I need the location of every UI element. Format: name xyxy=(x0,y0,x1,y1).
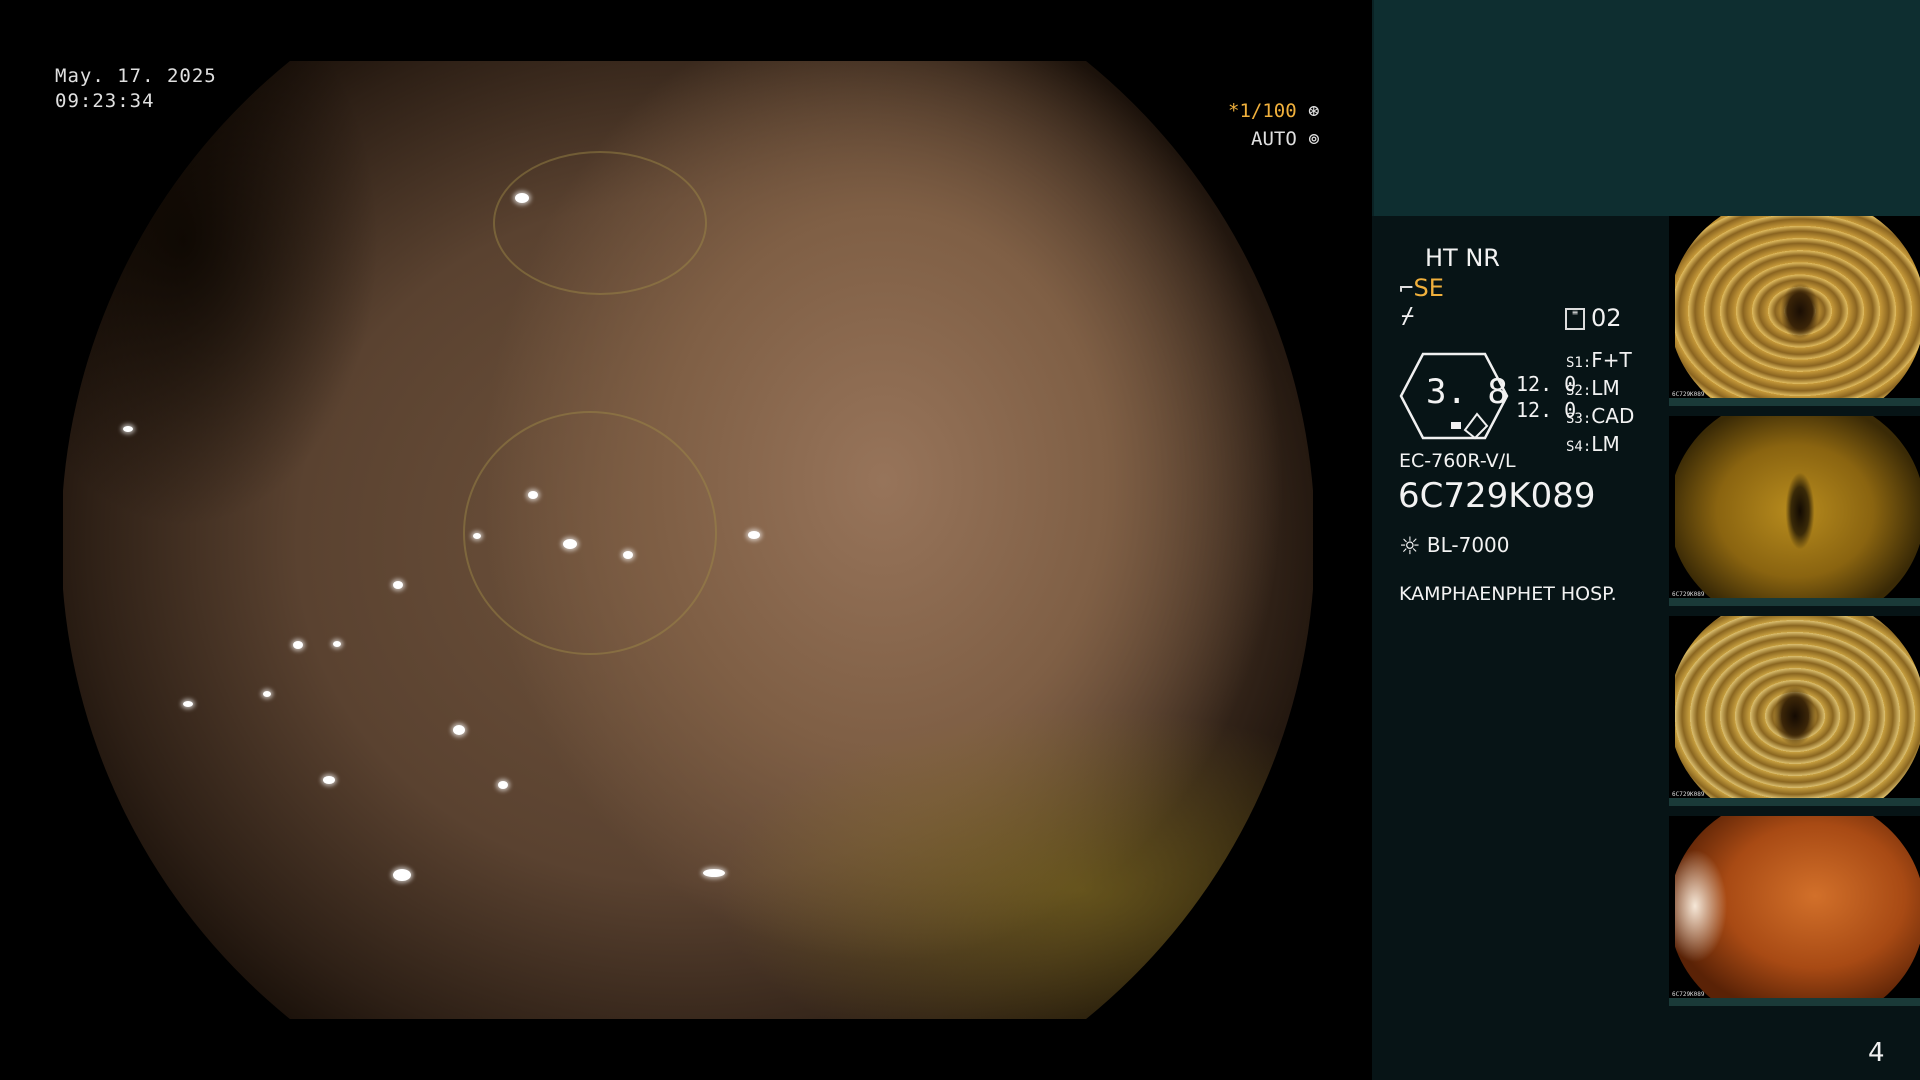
switch-key: S4: xyxy=(1566,439,1592,455)
switch-list: S1:F+T S2:LM S3:CAD S4:LM xyxy=(1566,348,1634,460)
switch-value: CAD xyxy=(1591,404,1635,428)
thumbnail-bar xyxy=(1669,798,1920,806)
scope-model: EC-760R-V/L xyxy=(1399,450,1516,472)
thumbnail-serial: 6C729K089 xyxy=(1672,591,1705,598)
light-source-row: ☼ BL-7000 xyxy=(1399,532,1510,560)
switch-key: S1: xyxy=(1566,355,1592,371)
page-number: 4 xyxy=(1868,1038,1885,1068)
thumbnail-bar xyxy=(1669,398,1920,406)
shutter-readout-line: *1/100 ⊛ xyxy=(1228,100,1320,122)
enhancement-mode: HT NR xyxy=(1425,244,1500,272)
scope-serial: 6C729K089 xyxy=(1398,476,1596,516)
iris-text: AUTO xyxy=(1251,128,1297,150)
thumbnail-bar xyxy=(1669,998,1920,1006)
switch-row: S1:F+T xyxy=(1566,348,1634,376)
specular-highlight xyxy=(563,539,577,549)
date-time-readout: May. 17. 2025 09:23:34 xyxy=(55,64,217,114)
thumbnail-1[interactable]: 6C729K089 xyxy=(1669,216,1920,406)
switch-key: S3: xyxy=(1566,411,1592,427)
capture-count-row: ≡ 02 xyxy=(1565,304,1622,332)
switch-value: LM xyxy=(1591,432,1620,456)
structure-enhancement-row: ⌐SE xyxy=(1399,274,1444,302)
thumbnail-4[interactable]: 6C729K089 xyxy=(1669,816,1920,1006)
mucosal-fold xyxy=(463,411,717,655)
specular-highlight xyxy=(528,491,538,499)
capture-count: 02 xyxy=(1591,304,1622,332)
switch-row: S4:LM xyxy=(1566,432,1634,460)
switch-key: S2: xyxy=(1566,383,1592,399)
zoom-value: 3. 8 xyxy=(1426,372,1508,412)
color-mode-icon: ⌿ xyxy=(1401,304,1415,329)
iris-icon: ⊚ xyxy=(1308,128,1320,150)
specular-highlight xyxy=(453,725,465,735)
hospital-name: KAMPHAENPHET HOSP. xyxy=(1399,583,1617,605)
thumbnail-3[interactable]: 6C729K089 xyxy=(1669,616,1920,806)
mucosal-fold xyxy=(493,151,707,295)
thumbnail-serial: 6C729K089 xyxy=(1672,391,1705,398)
specular-highlight xyxy=(393,869,411,881)
light-source: BL-7000 xyxy=(1426,533,1510,557)
specular-highlight xyxy=(498,781,508,789)
specular-highlight xyxy=(183,701,193,707)
thumbnail-image xyxy=(1675,616,1920,806)
specular-highlight xyxy=(293,641,303,649)
shutter-icon: ⊛ xyxy=(1308,100,1320,122)
thumbnail-2[interactable]: 6C729K089 xyxy=(1669,416,1920,606)
scope-tip-icon: ⌐ xyxy=(1399,274,1414,302)
thumbnail-image xyxy=(1675,416,1920,606)
sun-icon: ☼ xyxy=(1399,532,1421,560)
endoscopic-image xyxy=(63,61,1313,1019)
specular-highlight xyxy=(623,551,633,559)
time-text: 09:23:34 xyxy=(55,90,155,112)
specular-highlight xyxy=(473,533,481,539)
capture-thumbnails: 6C729K089 6C729K089 6C729K089 6C729K089 xyxy=(1669,216,1920,1016)
thumbnail-bar xyxy=(1669,598,1920,606)
specular-highlight xyxy=(515,193,529,203)
thumbnail-image xyxy=(1675,216,1920,406)
date-text: May. 17. 2025 xyxy=(55,65,217,87)
info-panel-header xyxy=(1372,0,1920,216)
switch-row: S3:CAD xyxy=(1566,404,1634,432)
thumbnail-image xyxy=(1675,816,1920,1006)
thumbnail-serial: 6C729K089 xyxy=(1672,991,1705,998)
specular-highlight xyxy=(748,531,760,539)
switch-value: F+T xyxy=(1591,348,1632,372)
specular-highlight xyxy=(323,776,335,784)
specular-highlight xyxy=(703,869,725,877)
specular-highlight xyxy=(123,426,133,432)
iris-readout: AUTO ⊚ xyxy=(1251,128,1320,150)
endoscope-main-view: May. 17. 2025 09:23:34 *1/100 ⊛ AUTO ⊚ xyxy=(0,0,1372,1080)
shutter-text: *1/100 xyxy=(1228,100,1297,122)
switch-value: LM xyxy=(1591,376,1620,400)
thumbnail-serial: 6C729K089 xyxy=(1672,791,1705,798)
switch-row: S2:LM xyxy=(1566,376,1634,404)
specular-highlight xyxy=(263,691,271,697)
specular-highlight xyxy=(333,641,341,647)
capture-icon: ≡ xyxy=(1565,308,1585,330)
specular-highlight xyxy=(393,581,403,589)
structure-mode: SE xyxy=(1413,274,1444,302)
